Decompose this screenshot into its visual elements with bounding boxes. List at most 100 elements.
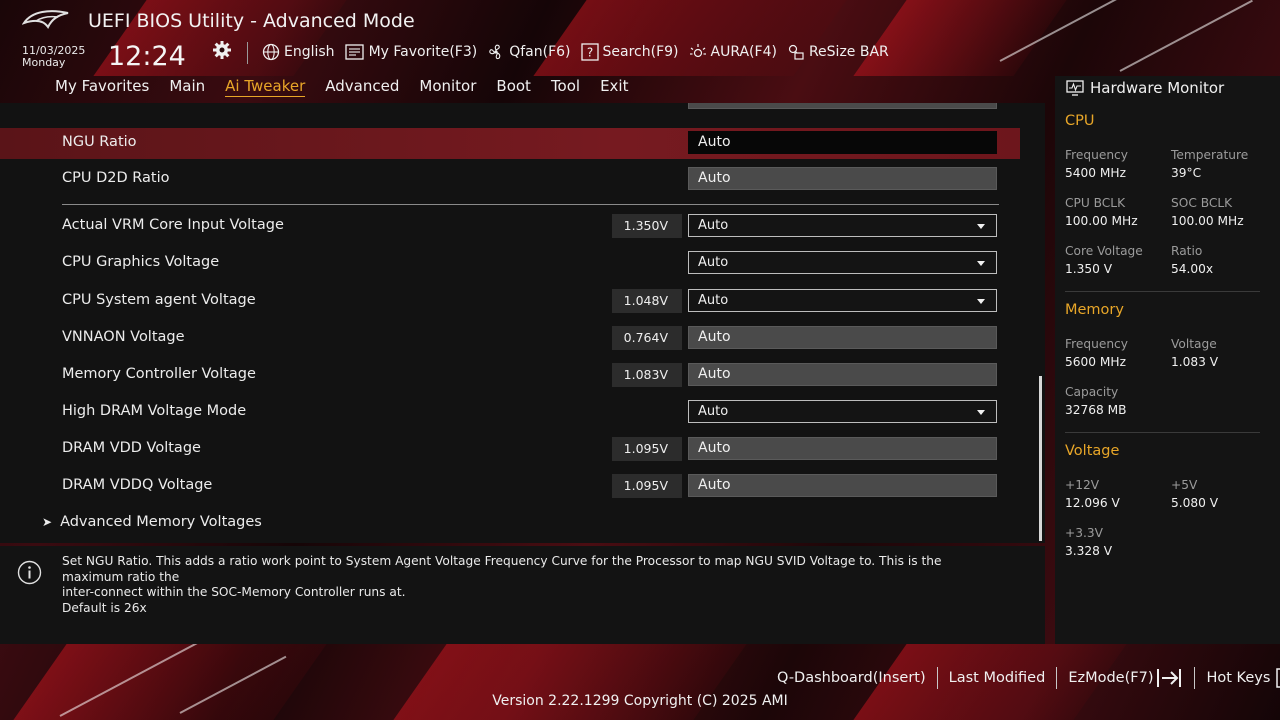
setting-label: VNNAON Voltage bbox=[62, 329, 185, 345]
memory-voltage-value: 1.083 V bbox=[1171, 355, 1219, 369]
setting-row-vnnaon-voltage[interactable]: VNNAON Voltage 0.764V Auto bbox=[0, 323, 1020, 355]
setting-row-cpu-d2d-ratio[interactable]: CPU D2D Ratio Auto bbox=[0, 164, 1020, 196]
question-box-icon: ? bbox=[1276, 668, 1280, 688]
setting-row-cpu-graphics-voltage[interactable]: CPU Graphics Voltage Auto bbox=[0, 248, 1020, 280]
footer-separator bbox=[1056, 667, 1058, 689]
setting-label: CPU System agent Voltage bbox=[62, 292, 256, 308]
cpu-d2d-ratio-input[interactable]: Auto bbox=[688, 167, 997, 190]
soc-bclk-label: SOC BCLK bbox=[1171, 196, 1233, 210]
memory-voltage-label: Voltage bbox=[1171, 337, 1217, 351]
q-dashboard-button[interactable]: Q-Dashboard(Insert) bbox=[777, 670, 926, 686]
submenu-label: Advanced Memory Voltages bbox=[60, 514, 262, 530]
setting-row-vrm-core-input-voltage[interactable]: Actual VRM Core Input Voltage 1.350V Aut… bbox=[0, 211, 1020, 243]
resize-bar-label: ReSize BAR bbox=[808, 44, 889, 60]
tab-advanced[interactable]: Advanced bbox=[325, 77, 399, 97]
cpu-temperature-value: 39°C bbox=[1171, 166, 1202, 180]
setting-label: CPU D2D Ratio bbox=[62, 170, 170, 186]
qfan-label: Qfan(F6) bbox=[509, 44, 571, 60]
tab-tool[interactable]: Tool bbox=[551, 77, 580, 97]
setting-row-cpu-system-agent-voltage[interactable]: CPU System agent Voltage 1.048V Auto bbox=[0, 286, 1020, 318]
main-tabs: My Favorites Main Ai Tweaker Advanced Mo… bbox=[55, 77, 648, 97]
tab-ai-tweaker[interactable]: Ai Tweaker bbox=[225, 77, 306, 97]
hardware-monitor-title: Hardware Monitor bbox=[1066, 79, 1224, 97]
high-dram-voltage-mode-dropdown[interactable]: Auto bbox=[688, 400, 997, 423]
cpu-graphics-voltage-dropdown[interactable]: Auto bbox=[688, 251, 997, 274]
language-label: English bbox=[284, 44, 335, 60]
hw-divider bbox=[1065, 291, 1260, 292]
hot-keys-label: Hot Keys bbox=[1206, 670, 1271, 686]
tab-exit[interactable]: Exit bbox=[600, 77, 628, 97]
date-display: 11/03/2025 Monday bbox=[22, 45, 85, 69]
core-voltage-value: 1.350 V bbox=[1065, 262, 1113, 276]
tab-boot[interactable]: Boot bbox=[496, 77, 531, 97]
setting-row-dram-vdd-voltage[interactable]: DRAM VDD Voltage 1.095V Auto bbox=[0, 434, 1020, 466]
resize-bar-button[interactable]: ReSize BAR bbox=[787, 43, 889, 61]
ratio-value: 54.00x bbox=[1171, 262, 1214, 276]
favorite-list-icon bbox=[344, 43, 364, 60]
cpu-frequency-label: Frequency bbox=[1065, 148, 1128, 162]
footer-separator bbox=[936, 667, 938, 689]
globe-icon bbox=[262, 43, 280, 61]
rog-logo-icon bbox=[22, 10, 69, 29]
setting-row-ngu-ratio[interactable]: NGU Ratio Auto bbox=[0, 128, 1020, 159]
hardware-monitor-panel: Hardware Monitor CPU Frequency 5400 MHz … bbox=[1055, 76, 1280, 644]
voltage-reading: 1.095V bbox=[612, 474, 682, 498]
memory-controller-voltage-input[interactable]: Auto bbox=[688, 363, 997, 386]
setting-row-high-dram-voltage-mode[interactable]: High DRAM Voltage Mode Auto bbox=[0, 397, 1020, 429]
day-text: Monday bbox=[22, 56, 66, 69]
voltage-reading: 1.350V bbox=[612, 214, 682, 238]
window-title: UEFI BIOS Utility - Advanced Mode bbox=[88, 10, 415, 32]
setting-label: Memory Controller Voltage bbox=[62, 366, 256, 382]
cpu-system-agent-voltage-dropdown[interactable]: Auto bbox=[688, 289, 997, 312]
setting-label: High DRAM Voltage Mode bbox=[62, 403, 247, 419]
dram-vdd-voltage-input[interactable]: Auto bbox=[688, 437, 997, 460]
cpu-frequency-value: 5400 MHz bbox=[1065, 166, 1126, 180]
help-line-3: Default is 26x bbox=[62, 600, 147, 615]
voltage-heading: Voltage bbox=[1065, 443, 1120, 459]
memory-capacity-label: Capacity bbox=[1065, 385, 1119, 399]
my-favorite-button[interactable]: My Favorite(F3) bbox=[344, 43, 478, 61]
exit-arrow-icon bbox=[1157, 669, 1182, 687]
v12-value: 12.096 V bbox=[1065, 496, 1120, 510]
settings-panel: NGU Ratio Auto CPU D2D Ratio Auto Actual… bbox=[0, 103, 1045, 543]
setting-row-memory-controller-voltage[interactable]: Memory Controller Voltage 1.083V Auto bbox=[0, 360, 1020, 392]
voltage-reading: 1.048V bbox=[612, 289, 682, 313]
memory-frequency-value: 5600 MHz bbox=[1065, 355, 1126, 369]
submenu-advanced-memory-voltages[interactable]: ➤ Advanced Memory Voltages bbox=[42, 514, 262, 530]
help-panel: Set NGU Ratio. This adds a ratio work po… bbox=[0, 546, 1045, 644]
ezmode-label: EzMode(F7) bbox=[1068, 670, 1154, 686]
hw-divider bbox=[1065, 432, 1260, 433]
aura-label: AURA(F4) bbox=[710, 44, 777, 60]
tab-main[interactable]: Main bbox=[169, 77, 205, 97]
last-modified-button[interactable]: Last Modified bbox=[949, 670, 1046, 686]
soc-bclk-value: 100.00 MHz bbox=[1171, 214, 1244, 228]
v33-label: +3.3V bbox=[1065, 526, 1103, 540]
monitor-icon bbox=[1066, 80, 1084, 96]
ngu-ratio-input[interactable]: Auto bbox=[688, 131, 997, 154]
hot-keys-button[interactable]: Hot Keys ? bbox=[1206, 668, 1280, 688]
my-favorite-label: My Favorite(F3) bbox=[368, 44, 478, 60]
aura-button[interactable]: AURA(F4) bbox=[689, 43, 777, 61]
language-button[interactable]: English bbox=[262, 43, 335, 61]
v33-value: 3.328 V bbox=[1065, 544, 1113, 558]
search-button[interactable]: ? Search(F9) bbox=[580, 43, 679, 61]
settings-scrollbar[interactable] bbox=[1039, 376, 1042, 541]
ezmode-button[interactable]: EzMode(F7) bbox=[1068, 668, 1183, 688]
setting-label: Actual VRM Core Input Voltage bbox=[62, 217, 284, 233]
help-line-1: Set NGU Ratio. This adds a ratio work po… bbox=[62, 554, 942, 584]
dram-vddq-voltage-input[interactable]: Auto bbox=[688, 474, 997, 497]
qfan-button[interactable]: Qfan(F6) bbox=[487, 43, 571, 61]
toolbar: English My Favorite(F3) Qfan(F6) ? Searc… bbox=[262, 43, 899, 61]
vrm-core-input-voltage-dropdown[interactable]: Auto bbox=[688, 214, 997, 237]
setting-row-dram-vddq-voltage[interactable]: DRAM VDDQ Voltage 1.095V Auto bbox=[0, 471, 1020, 503]
submenu-arrow-icon: ➤ bbox=[42, 515, 53, 529]
tab-monitor[interactable]: Monitor bbox=[419, 77, 476, 97]
gear-icon[interactable] bbox=[212, 40, 232, 60]
clock-display[interactable]: 12:24 bbox=[108, 41, 186, 72]
search-question-icon: ? bbox=[580, 43, 599, 61]
tab-my-favorites[interactable]: My Favorites bbox=[55, 77, 149, 97]
header-separator bbox=[247, 42, 248, 64]
vnnaon-voltage-input[interactable]: Auto bbox=[688, 326, 997, 349]
voltage-reading: 1.095V bbox=[612, 437, 682, 461]
cpu-bclk-value: 100.00 MHz bbox=[1065, 214, 1138, 228]
